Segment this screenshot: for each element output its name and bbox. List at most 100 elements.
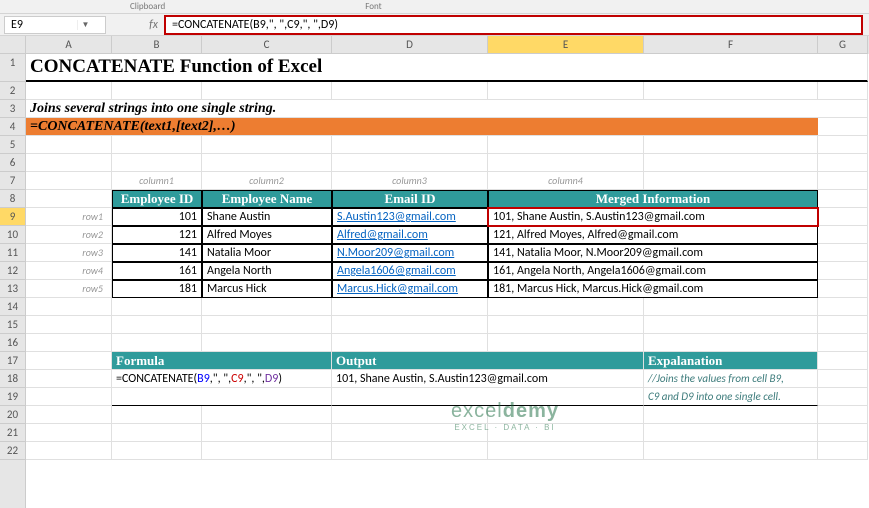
row-header-20[interactable]: 20 [0,406,25,424]
cell[interactable] [818,424,868,442]
cell[interactable] [818,118,868,136]
row-header-7[interactable]: 7 [0,172,25,190]
cell[interactable] [818,406,868,424]
cell[interactable] [644,442,818,460]
cell[interactable] [644,298,818,316]
cell-merged[interactable]: 121, Alfred Moyes, Alfred@gmail.com [488,226,818,244]
cell[interactable] [488,316,644,334]
cell[interactable] [112,298,202,316]
row-header-6[interactable]: 6 [0,154,25,172]
cell-emp-id[interactable]: 181 [112,280,202,298]
row-header-12[interactable]: 12 [0,262,25,280]
col-header-B[interactable]: B [112,36,202,54]
cell[interactable] [26,424,112,442]
row-header-21[interactable]: 21 [0,424,25,442]
cell-email[interactable]: Alfred@gmail.com [332,226,488,244]
cell[interactable] [818,154,868,172]
cell[interactable] [112,442,202,460]
cell[interactable] [818,316,868,334]
cell[interactable] [332,298,488,316]
cell[interactable] [112,424,202,442]
col-header-C[interactable]: C [202,36,332,54]
cell[interactable] [26,136,112,154]
col-header-E[interactable]: E [488,36,644,54]
cell[interactable] [26,172,112,190]
cell-emp-id[interactable]: 141 [112,244,202,262]
cell[interactable] [26,82,112,100]
col-header-G[interactable]: G [818,36,868,54]
cell[interactable] [26,442,112,460]
cell[interactable] [332,82,488,100]
row-header-15[interactable]: 15 [0,316,25,334]
cell[interactable] [112,154,202,172]
cell-emp-name[interactable]: Natalia Moor [202,244,332,262]
cell[interactable] [818,442,868,460]
cell[interactable] [202,82,332,100]
cell[interactable] [488,334,644,352]
col-header-F[interactable]: F [644,36,818,54]
cell[interactable] [644,316,818,334]
row-header-17[interactable]: 17 [0,352,25,370]
cell[interactable] [112,388,332,406]
cell[interactable] [202,154,332,172]
cell[interactable] [488,154,644,172]
row-header-1[interactable]: 1 [0,54,25,82]
cell-email[interactable]: Angela1606@gmail.com [332,262,488,280]
cell[interactable] [644,82,818,100]
cell[interactable] [644,154,818,172]
cell-merged[interactable]: 181, Marcus Hick, Marcus.Hick@gmail.com [488,280,818,298]
row-header-13[interactable]: 13 [0,280,25,298]
row-header-11[interactable]: 11 [0,244,25,262]
summary-formula[interactable]: =CONCATENATE(B9,", ",C9,", ",D9) [112,370,332,388]
cell[interactable] [818,370,868,388]
cell[interactable] [26,406,112,424]
cell[interactable] [26,388,112,406]
grid[interactable]: CONCATENATE Function of Excel Joins seve… [26,54,869,460]
cell[interactable] [112,334,202,352]
row-header-5[interactable]: 5 [0,136,25,154]
row-header-14[interactable]: 14 [0,298,25,316]
cell[interactable] [818,388,868,406]
cell[interactable] [112,316,202,334]
cell-merged-selected[interactable]: 101, Shane Austin, S.Austin123@gmail.com [488,208,818,226]
cell[interactable] [112,406,202,424]
cell[interactable] [202,406,332,424]
cell[interactable] [202,424,332,442]
cell[interactable] [818,334,868,352]
cell[interactable] [818,352,868,370]
cell[interactable] [332,154,488,172]
cell-emp-id[interactable]: 161 [112,262,202,280]
summary-output[interactable]: 101, Shane Austin, S.Austin123@gmail.com [332,370,644,388]
cell-merged[interactable]: 161, Angela North, Angela1606@gmail.com [488,262,818,280]
cell[interactable] [644,424,818,442]
row-header-3[interactable]: 3 [0,100,25,118]
cell[interactable] [818,280,868,298]
cell[interactable] [488,136,644,154]
cell[interactable] [818,54,868,82]
cell[interactable] [112,136,202,154]
cell[interactable] [644,172,818,190]
cell[interactable] [818,298,868,316]
cell[interactable] [818,100,868,118]
cell[interactable] [818,262,868,280]
cell[interactable] [818,244,868,262]
cell-emp-name[interactable]: Marcus Hick [202,280,332,298]
row-header-18[interactable]: 18 [0,370,25,388]
cell[interactable] [202,136,332,154]
cell[interactable] [332,136,488,154]
cell[interactable] [26,190,112,208]
cell[interactable] [26,370,112,388]
name-box-dropdown-icon[interactable]: ▼ [77,20,93,30]
cell-emp-id[interactable]: 121 [112,226,202,244]
formula-bar[interactable] [164,15,863,35]
cell[interactable] [644,334,818,352]
cell[interactable] [818,82,868,100]
row-header-10[interactable]: 10 [0,226,25,244]
cell[interactable] [644,136,818,154]
cell[interactable] [26,154,112,172]
row-header-16[interactable]: 16 [0,334,25,352]
row-header-8[interactable]: 8 [0,190,25,208]
cell-email[interactable]: N.Moor209@gmail.com [332,244,488,262]
cell[interactable] [644,406,818,424]
cell[interactable] [26,334,112,352]
